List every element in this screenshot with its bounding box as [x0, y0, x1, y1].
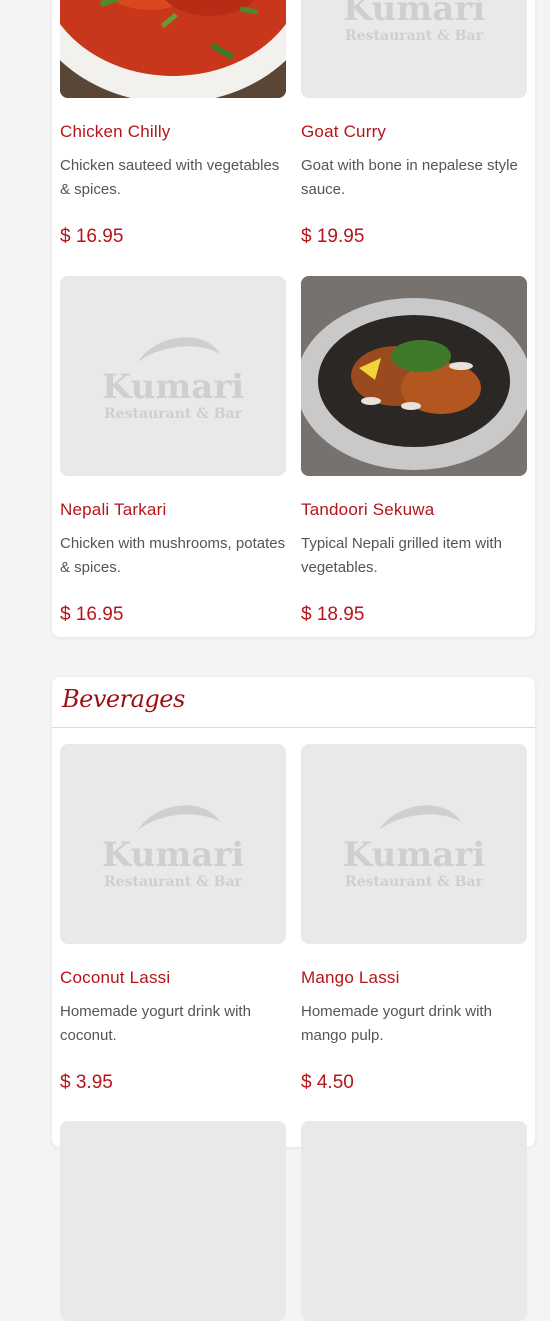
logo-brand: Kumari: [343, 835, 485, 875]
item-price: $ 16.95: [60, 604, 124, 625]
logo-subtitle: Restaurant & Bar: [345, 874, 484, 890]
item-price: $ 19.95: [301, 226, 365, 247]
placeholder-image: Kumari Restaurant & Bar: [301, 744, 527, 944]
logo-subtitle: Restaurant & Bar: [104, 406, 243, 422]
placeholder-image: Kumari Restaurant & Bar: [60, 744, 286, 944]
logo-brand: Kumari: [102, 367, 244, 407]
item-name: Coconut Lassi: [60, 968, 171, 987]
item-name: Nepali Tarkari: [60, 500, 167, 519]
item-price: $ 16.95: [60, 226, 124, 247]
item-description: Chicken with mushrooms, potates & spices…: [60, 535, 286, 576]
item-description: Chicken sauteed with vegetables & spices…: [60, 157, 280, 198]
item-description: Typical Nepali grilled item with vegetab…: [301, 535, 502, 576]
kumari-logo-icon: Kumari Restaurant & Bar: [102, 337, 244, 422]
logo-subtitle: Restaurant & Bar: [345, 28, 484, 44]
beverages-section-card: Beverages Kumari Restaurant & Bar Coconu…: [52, 677, 535, 1321]
item-description: Homemade yogurt drink with coconut.: [60, 1003, 251, 1044]
item-name: Chicken Chilly: [60, 122, 171, 141]
kumari-logo-icon: Kumari Restaurant & Bar: [102, 805, 244, 890]
food-photo: [60, 0, 286, 98]
food-photo: [301, 276, 527, 476]
item-name: Goat Curry: [301, 122, 387, 141]
item-name: Tandoori Sekuwa: [301, 500, 435, 519]
placeholder-image: [60, 1121, 286, 1321]
logo-subtitle: Restaurant & Bar: [104, 874, 243, 890]
kumari-logo-icon: Kumari Restaurant & Bar: [343, 805, 485, 890]
logo-brand: Kumari: [343, 0, 485, 29]
kumari-logo-icon: Kumari Restaurant & Bar: [343, 0, 485, 44]
placeholder-image: Kumari Restaurant & Bar: [60, 276, 286, 476]
item-description: Goat with bone in nepalese style sauce.: [301, 157, 518, 198]
section-header: Beverages: [52, 677, 535, 728]
item-name: Mango Lassi: [301, 968, 400, 987]
item-description: Homemade yogurt drink with mango pulp.: [301, 1003, 492, 1044]
logo-brand: Kumari: [102, 835, 244, 875]
item-price: $ 3.95: [60, 1072, 113, 1093]
section-title: Beverages: [62, 685, 185, 713]
menu-section-card: Chicken Chilly Chicken sauteed with vege…: [52, 0, 535, 637]
placeholder-image: [301, 1121, 527, 1321]
placeholder-image: Kumari Restaurant & Bar: [301, 0, 527, 98]
item-price: $ 4.50: [301, 1072, 354, 1093]
item-price: $ 18.95: [301, 604, 365, 625]
